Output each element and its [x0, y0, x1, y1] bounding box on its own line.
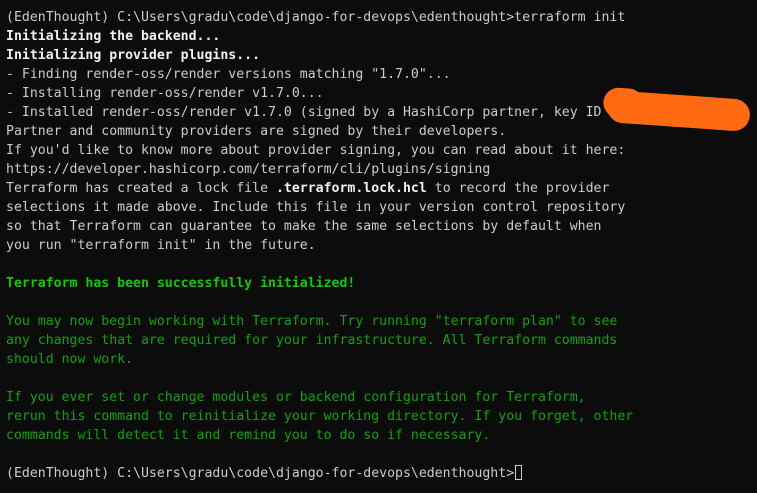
lock-line-3: so that Terraform can guarantee to make … [6, 219, 602, 234]
partner-line: Partner and community providers are sign… [6, 124, 507, 139]
modules-line-2: rerun this command to reinitialize your … [6, 409, 634, 424]
lock-line-4: you run "terraform init" in the future. [6, 238, 316, 253]
lock-text-a: Terraform has created a lock file [6, 181, 276, 196]
begin-line-1: You may now begin working with Terraform… [6, 314, 618, 329]
init-plugins-line: Initializing provider plugins... [6, 48, 261, 63]
begin-line-2: any changes that are required for your i… [6, 333, 618, 348]
lock-filename: .terraform.lock.hcl [275, 181, 427, 196]
begin-line-3: should now work. [6, 352, 134, 367]
success-message: Terraform has been successfully initiali… [6, 276, 356, 291]
terminal-window[interactable]: (EdenThought) C:\Users\gradu\code\django… [0, 0, 757, 493]
finding-versions-line: - Finding render-oss/render versions mat… [6, 67, 451, 82]
signing-info-line: If you'd like to know more about provide… [6, 143, 626, 158]
lock-file-line: Terraform has created a lock file .terra… [6, 179, 757, 198]
command-prompt-line: (EdenThought) C:\Users\gradu\code\django… [6, 10, 626, 25]
lock-line-2: selections it made above. Include this f… [6, 200, 626, 215]
init-backend-line: Initializing the backend... [6, 29, 221, 44]
lock-text-c: to record the provider [426, 181, 610, 196]
final-prompt-line[interactable]: (EdenThought) C:\Users\gradu\code\django… [6, 464, 757, 483]
modules-line-1: If you ever set or change modules or bac… [6, 390, 586, 405]
signing-url-line: https://developer.hashicorp.com/terrafor… [6, 162, 491, 177]
final-prompt-text: (EdenThought) C:\Users\gradu\code\django… [6, 466, 515, 481]
modules-line-3: commands will detect it and remind you t… [6, 428, 491, 443]
text-cursor[interactable] [515, 465, 523, 480]
